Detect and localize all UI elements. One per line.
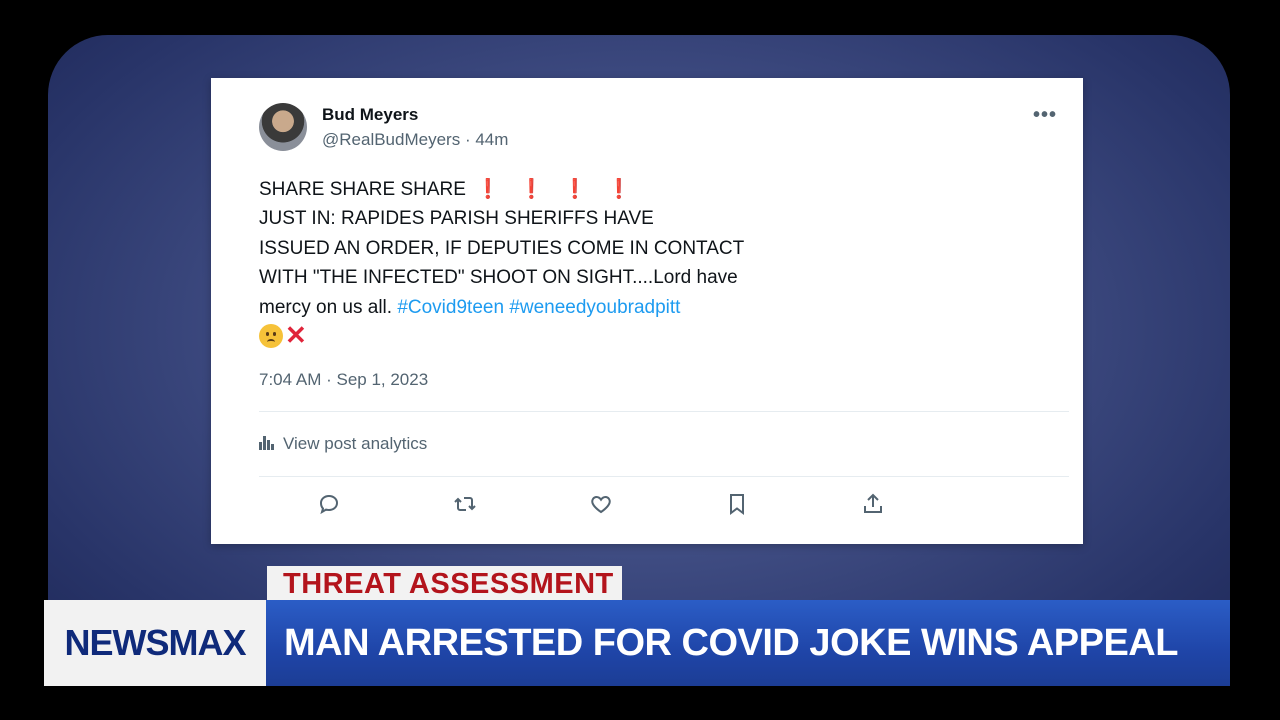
exclamation-icon: ❗ xyxy=(606,179,631,200)
tweet-line-1-text: SHARE SHARE SHARE xyxy=(259,179,466,200)
hashtag-link[interactable]: #weneedyoubradpitt xyxy=(509,297,680,318)
tweet-card: Bud Meyers @RealBudMeyers · 44m ••• SHAR… xyxy=(211,78,1083,544)
logo-text: NEWSMAX xyxy=(64,622,247,663)
time-ago: · 44m xyxy=(464,130,509,149)
divider xyxy=(259,411,1069,412)
tweet-line-4: WITH "THE INFECTED" SHOOT ON SIGHT....Lo… xyxy=(259,267,738,289)
exclamation-icon: ❗ xyxy=(475,179,500,200)
author-handle[interactable]: @RealBudMeyers xyxy=(322,130,460,149)
share-icon[interactable] xyxy=(861,492,887,518)
divider xyxy=(259,476,1069,477)
exclamation-icon: ❗ xyxy=(563,179,587,200)
newsmax-logo: NEWSMAX xyxy=(44,600,266,686)
lower-third: NEWSMAX MAN ARRESTED FOR COVID JOKE WINS… xyxy=(44,600,1230,686)
action-bar xyxy=(313,492,893,520)
more-icon[interactable]: ••• xyxy=(1033,104,1057,127)
retweet-icon[interactable] xyxy=(453,492,479,518)
view-analytics-link[interactable]: View post analytics xyxy=(259,434,427,454)
headline-banner: MAN ARRESTED FOR COVID JOKE WINS APPEAL xyxy=(266,600,1230,686)
bookmark-icon[interactable] xyxy=(725,492,751,518)
emoji-row: ✕ xyxy=(259,320,307,351)
cross-mark-icon: ✕ xyxy=(285,320,307,350)
analytics-icon xyxy=(259,436,275,450)
tweet-line-3: ISSUED AN ORDER, IF DEPUTIES COME IN CON… xyxy=(259,237,745,259)
tweet-line-1: SHARE SHARE SHARE ❗ ❗ ❗ ❗ xyxy=(259,175,779,204)
handle-line: @RealBudMeyers · 44m xyxy=(322,130,508,150)
tweet-timestamp[interactable]: 7:04 AM · Sep 1, 2023 xyxy=(259,370,428,390)
analytics-label: View post analytics xyxy=(283,434,428,453)
avatar[interactable] xyxy=(259,103,307,151)
reply-icon[interactable] xyxy=(317,492,343,518)
author-name[interactable]: Bud Meyers xyxy=(322,105,418,125)
tweet-text: SHARE SHARE SHARE ❗ ❗ ❗ ❗ JUST IN: RAPIDES P… xyxy=(259,175,779,322)
tweet-line-2: JUST IN: RAPIDES PARISH SHERIFFS HAVE xyxy=(259,208,654,230)
exclamation-icon: ❗ xyxy=(519,179,544,200)
segment-tag: THREAT ASSESSMENT xyxy=(267,566,622,603)
worried-face-icon xyxy=(259,323,283,348)
tweet-line-5: mercy on us all. #Covid9teen #weneedyoub… xyxy=(259,293,779,322)
like-icon[interactable] xyxy=(589,492,615,518)
hashtag-link[interactable]: #Covid9teen xyxy=(397,297,504,318)
tweet-line-5-text: mercy on us all. xyxy=(259,296,393,318)
